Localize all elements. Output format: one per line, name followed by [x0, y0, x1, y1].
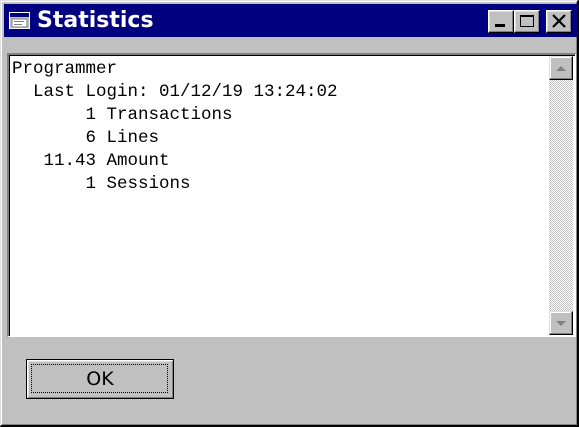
scroll-down-button[interactable]	[549, 311, 573, 335]
title-bar[interactable]: Statistics	[4, 4, 578, 37]
scroll-down-arrow-icon	[556, 321, 566, 326]
window-title: Statistics	[37, 8, 154, 33]
vertical-scrollbar[interactable]	[549, 56, 573, 335]
report-line-last-login: Last Login: 01/12/19 13:24:02	[12, 82, 338, 102]
close-icon	[552, 14, 566, 28]
minimize-icon	[495, 24, 505, 27]
minimize-button[interactable]	[488, 10, 514, 33]
ok-button-label: OK	[86, 368, 114, 390]
window-app-icon[interactable]	[9, 12, 30, 29]
scroll-up-arrow-icon	[556, 66, 566, 71]
statistics-report: Programmer Last Login: 01/12/19 13:24:02…	[12, 58, 547, 334]
ok-button[interactable]: OK	[26, 359, 174, 399]
maximize-icon	[520, 15, 534, 27]
statistics-window: Statistics Programmer Last Login: 01/12/…	[0, 0, 579, 427]
report-line-lines: 6 Lines	[12, 128, 160, 148]
scroll-up-button[interactable]	[549, 56, 573, 80]
close-button[interactable]	[546, 10, 572, 33]
report-line-sessions: 1 Sessions	[12, 174, 191, 194]
report-line-user: Programmer	[12, 59, 118, 79]
report-line-amount: 11.43 Amount	[12, 151, 170, 171]
maximize-button[interactable]	[514, 10, 540, 33]
statistics-text-box[interactable]: Programmer Last Login: 01/12/19 13:24:02…	[7, 53, 576, 337]
report-line-transactions: 1 Transactions	[12, 105, 233, 125]
